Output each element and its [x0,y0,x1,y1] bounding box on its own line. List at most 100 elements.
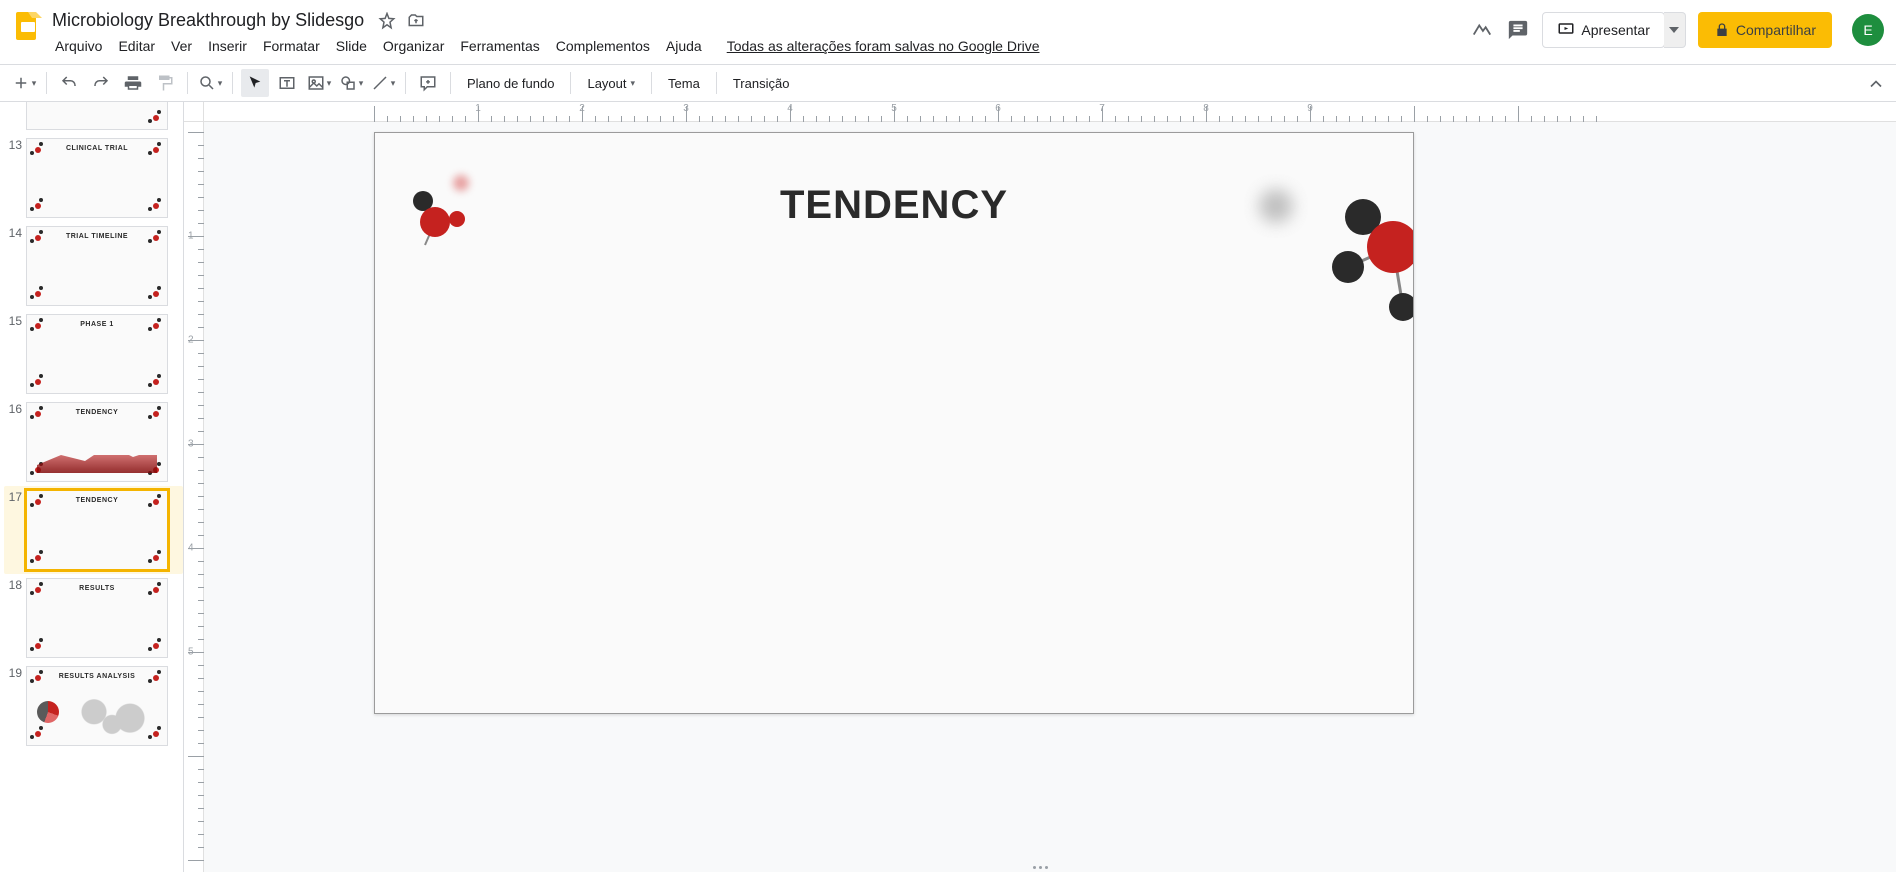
present-button[interactable]: Apresentar [1542,12,1664,48]
add-comment-button[interactable] [414,69,442,97]
ruler-number: 2 [188,335,194,346]
slide-number: 17 [8,490,22,504]
menu-bar: Arquivo Editar Ver Inserir Formatar Slid… [48,34,1047,58]
filmstrip[interactable]: 13 CLINICAL TRIAL 14TRIAL TIMELINE15PHASE … [0,102,184,872]
avatar-letter: E [1863,22,1872,38]
star-icon[interactable] [378,12,398,32]
menu-arrange[interactable]: Organizar [376,34,451,58]
collapse-toolbar-icon[interactable] [1866,74,1886,97]
drive-save-status[interactable]: Todas as alterações foram salvas no Goog… [711,34,1047,58]
slide-thumb-title: RESULTS [27,579,167,592]
ruler-number: 3 [188,439,194,450]
slide-thumb-canvas[interactable] [26,102,168,130]
menu-edit[interactable]: Editar [111,34,162,58]
transition-button[interactable]: Transição [725,69,798,97]
menu-slide[interactable]: Slide [329,34,374,58]
horizontal-ruler[interactable]: 123456789 [204,102,1896,122]
separator [232,72,233,94]
slide-thumb[interactable]: 16 TENDENCY [4,398,183,486]
menu-help[interactable]: Ajuda [659,34,709,58]
slide-thumb-canvas[interactable]: TENDENCY [26,490,168,570]
slide-thumb-title: CLINICAL TRIAL [27,139,167,152]
separator [187,72,188,94]
slide-thumb[interactable]: 18 RESULTS [4,574,183,662]
zoom-button[interactable]: ▾ [196,69,224,97]
slide-thumb-canvas[interactable]: TENDENCY [26,402,168,482]
slide-thumb-title: TENDENCY [27,491,167,504]
slide-thumb-canvas[interactable]: RESULTS ANALYSIS [26,666,168,746]
slide-canvas[interactable]: TENDENCY [374,132,1414,714]
textbox-button[interactable] [273,69,301,97]
body: 13CLINICAL TRIAL14TRIAL TIMELINE15PHASE … [0,102,1896,872]
document-title[interactable]: Microbiology Breakthrough by Slidesgo [48,10,368,31]
separator [46,72,47,94]
ruler-number: 7 [1099,103,1105,114]
layout-button[interactable]: Layout [579,69,643,97]
present-button-label: Apresentar [1581,22,1649,38]
canvas-area: 123456789 12345 TENDENCY [184,102,1896,872]
ruler-number: 1 [475,103,481,114]
title-area: Microbiology Breakthrough by Slidesgo Ar… [48,6,1047,58]
slide-thumb-canvas[interactable]: PHASE 1 [26,314,168,394]
menu-view[interactable]: Ver [164,34,199,58]
menu-insert[interactable]: Inserir [201,34,254,58]
speaker-notes-handle[interactable] [1020,864,1060,872]
slide-thumb[interactable]: 15PHASE 1 [4,310,183,398]
slide-thumb[interactable]: 13 CLINICAL TRIAL [4,134,183,222]
ruler-number: 5 [891,103,897,114]
slide-thumb[interactable]: 19 RESULTS ANALYSIS [4,662,183,750]
slide-thumb-canvas[interactable]: CLINICAL TRIAL [26,138,168,218]
menu-format[interactable]: Formatar [256,34,327,58]
redo-button[interactable] [87,69,115,97]
slide-title-text[interactable]: TENDENCY [375,183,1413,228]
vertical-ruler[interactable]: 1 2 3 4 5 [184,122,204,872]
paint-format-button[interactable] [151,69,179,97]
molecule-decoration-icon [1303,167,1414,327]
activity-icon[interactable] [1470,18,1494,42]
account-avatar[interactable]: E [1852,14,1884,46]
menu-file[interactable]: Arquivo [48,34,109,58]
share-button[interactable]: Compartilhar [1698,12,1832,48]
slide-thumb-title: TENDENCY [27,403,167,416]
header: Microbiology Breakthrough by Slidesgo Ar… [0,0,1896,64]
share-button-label: Compartilhar [1736,22,1816,38]
select-tool-button[interactable] [241,69,269,97]
line-button[interactable]: ▾ [369,69,397,97]
header-right: Apresentar Compartilhar E [1470,6,1884,48]
blur-dot-icon [1259,189,1293,223]
slide-thumb[interactable]: 14TRIAL TIMELINE [4,222,183,310]
image-button[interactable]: ▾ [305,69,333,97]
ruler-number: 5 [188,647,194,658]
slide-thumb[interactable] [4,102,183,134]
ruler-number: 4 [188,543,194,554]
comments-icon[interactable] [1506,18,1530,42]
move-to-drive-icon[interactable] [407,12,427,32]
menu-addons[interactable]: Complementos [549,34,657,58]
new-slide-button[interactable]: ▾ [10,69,38,97]
ruler-number: 6 [995,103,1001,114]
background-button[interactable]: Plano de fundo [459,69,562,97]
ruler-number: 3 [683,103,689,114]
ruler-corner [184,102,204,122]
slide-number: 13 [8,138,22,152]
ruler-number: 1 [188,231,194,242]
slide-thumb-canvas[interactable]: RESULTS [26,578,168,658]
separator [405,72,406,94]
separator [570,72,571,94]
slide-number: 16 [8,402,22,416]
print-button[interactable] [119,69,147,97]
separator [716,72,717,94]
menu-tools[interactable]: Ferramentas [453,34,546,58]
slide-thumb-title: PHASE 1 [27,315,167,328]
present-options-dropdown[interactable] [1664,12,1686,48]
slide-thumb-canvas[interactable]: TRIAL TIMELINE [26,226,168,306]
slide-thumb-title: RESULTS ANALYSIS [27,667,167,680]
slides-logo-icon[interactable] [8,8,48,48]
shape-button[interactable]: ▾ [337,69,365,97]
slide-number: 19 [8,666,22,680]
undo-button[interactable] [55,69,83,97]
theme-button[interactable]: Tema [660,69,708,97]
separator [651,72,652,94]
slide-thumb[interactable]: 17 TENDENCY [4,486,183,574]
slide-number: 18 [8,578,22,592]
